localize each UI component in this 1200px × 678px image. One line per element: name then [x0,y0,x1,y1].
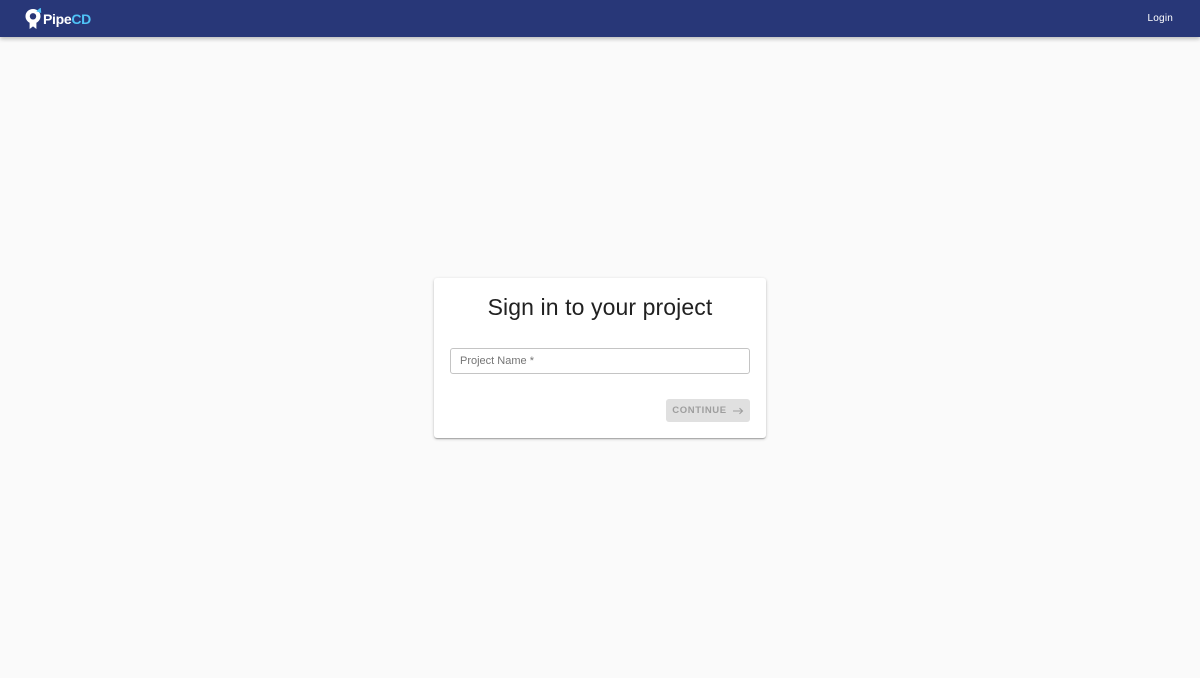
arrow-right-icon [732,407,744,415]
signin-title: Sign in to your project [487,294,713,320]
signin-card: Sign in to your project CONTINUE [434,278,766,438]
logo-text-accent: CD [71,10,91,27]
logo-text: PipeCD [43,10,91,27]
login-link[interactable]: Login [1148,13,1173,24]
continue-button-label: CONTINUE [672,405,727,416]
project-name-input[interactable] [451,349,749,373]
continue-button[interactable]: CONTINUE [666,399,750,422]
pipecd-logo-icon [25,7,42,29]
app-bar: PipeCD Login [0,0,1200,37]
pipecd-logo[interactable]: PipeCD [24,0,91,37]
project-name-field[interactable] [450,348,750,374]
